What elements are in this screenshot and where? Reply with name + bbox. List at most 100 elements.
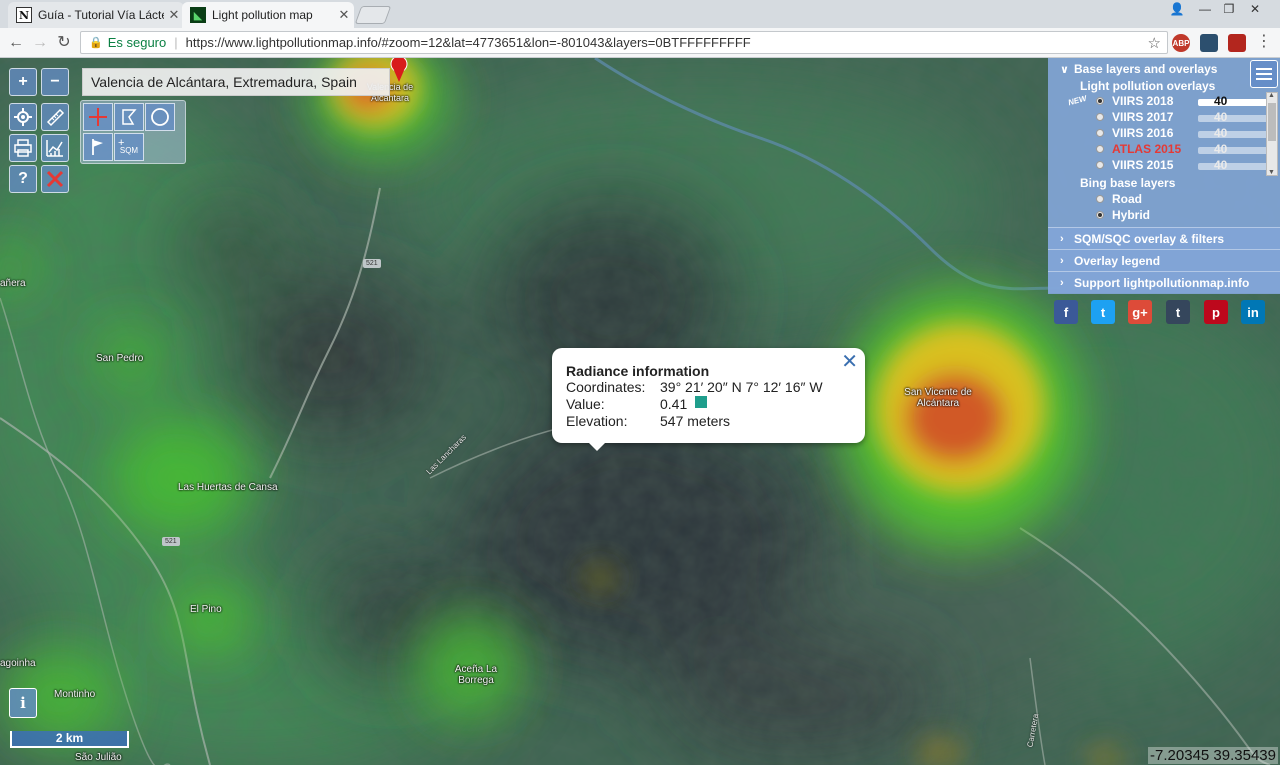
ruler-icon — [46, 108, 65, 127]
chevron-right-icon: › — [1060, 254, 1064, 267]
twitter-icon[interactable]: t — [1091, 300, 1115, 324]
hamburger-menu-button[interactable] — [1250, 60, 1278, 88]
layer-panel-title: Base layers and overlays — [1074, 62, 1218, 76]
tumblr-icon[interactable]: t — [1166, 300, 1190, 324]
circle-icon — [151, 108, 169, 126]
place-label: agoinha — [0, 658, 36, 669]
section-support[interactable]: › Support lightpollutionmap.info — [1048, 271, 1280, 293]
secure-label: Es seguro — [107, 35, 167, 50]
address-separator: | — [174, 35, 178, 50]
radio[interactable] — [1096, 195, 1104, 203]
scroll-thumb[interactable] — [1268, 103, 1276, 141]
tab-title: Light pollution map — [212, 8, 313, 22]
section-overlay-legend[interactable]: › Overlay legend — [1048, 249, 1280, 271]
overlay-viirs-2016[interactable]: VIIRS 2016 — [1096, 126, 1173, 140]
place-label: añera — [0, 278, 26, 289]
reload-icon[interactable]: ↻ — [54, 33, 74, 53]
facebook-icon[interactable]: f — [1054, 300, 1078, 324]
flag-button[interactable] — [83, 133, 113, 161]
radio[interactable] — [1096, 113, 1104, 121]
location-search-result[interactable]: Valencia de Alcántara, Extremadura, Spai… — [82, 68, 390, 96]
close-window-icon[interactable]: ✕ — [1244, 2, 1266, 16]
adblock-extension-icon[interactable]: ABP — [1172, 34, 1190, 52]
print-button[interactable] — [9, 134, 37, 162]
bookmark-star-icon[interactable]: ☆ — [1148, 34, 1161, 52]
chart-button[interactable] — [41, 134, 69, 162]
radio[interactable] — [1096, 145, 1104, 153]
opacity-value: 40 — [1214, 158, 1228, 172]
locate-button[interactable] — [9, 103, 37, 131]
tools-button[interactable] — [41, 165, 69, 193]
tools-icon — [46, 170, 64, 188]
draw-polygon-button[interactable] — [114, 103, 144, 131]
radio[interactable] — [1096, 129, 1104, 137]
road-shield: 521 — [363, 259, 381, 268]
place-label: San Vicente de Alcántara — [904, 387, 972, 409]
base-road[interactable]: Road — [1096, 192, 1142, 206]
browser-titlebar: N Guía - Tutorial Vía Láctea ✕ ◣ Light p… — [0, 0, 1280, 28]
radio-selected[interactable] — [1096, 97, 1104, 105]
overlay-label: VIIRS 2016 — [1112, 126, 1174, 140]
place-label: Aceña La Borrega — [454, 664, 498, 686]
section-label: Overlay legend — [1074, 253, 1161, 268]
opacity-value: 40 — [1214, 94, 1228, 108]
overlays-title: Light pollution overlays — [1080, 79, 1216, 93]
linkedin-icon[interactable]: in — [1241, 300, 1265, 324]
radiance-popup: Radiance information Coordinates: 39° 21′… — [552, 348, 865, 451]
cursor-coordinates: -7.20345 39.35439 — [1148, 747, 1278, 764]
crosshair-icon — [14, 108, 32, 126]
overlay-scrollbar[interactable]: ▲ ▼ — [1266, 92, 1278, 176]
restore-icon[interactable]: ❐ — [1218, 2, 1240, 16]
place-label: San Pedro — [96, 353, 144, 364]
base-hybrid[interactable]: Hybrid — [1096, 208, 1150, 222]
layer-panel-header[interactable]: ∨ Base layers and overlays — [1060, 62, 1217, 76]
info-button[interactable]: i — [9, 688, 37, 718]
zoom-in-button[interactable]: + — [9, 68, 37, 96]
zoom-out-button[interactable]: − — [41, 68, 69, 96]
tab-light-pollution-map[interactable]: ◣ Light pollution map ✕ — [182, 2, 354, 28]
overlay-viirs-2018[interactable]: VIIRS 2018 — [1096, 94, 1173, 108]
place-label: Montinho — [54, 689, 96, 700]
chevron-right-icon: › — [1060, 276, 1064, 289]
pdf-extension-icon[interactable] — [1228, 34, 1246, 52]
forward-icon[interactable]: → — [30, 33, 50, 53]
popup-close-icon[interactable]: ✕ — [841, 349, 858, 374]
base-layers-title: Bing base layers — [1080, 176, 1176, 190]
map-viewport[interactable]: San Pedro Las Huertas de Cansa El Pino M… — [0, 58, 1280, 765]
add-sqm-button[interactable]: + SQM — [114, 133, 144, 161]
address-bar[interactable]: 🔒 Es seguro | https://www.lightpollution… — [80, 31, 1168, 54]
draw-circle-button[interactable] — [145, 103, 175, 131]
radio-selected[interactable] — [1096, 211, 1104, 219]
profile-icon[interactable]: 👤 — [1166, 2, 1188, 16]
scroll-up-icon[interactable]: ▲ — [1268, 92, 1275, 99]
tab-title: Guía - Tutorial Vía Láctea — [38, 8, 164, 22]
overlay-label: ATLAS 2015 — [1112, 142, 1182, 156]
place-label: El Pino — [190, 604, 222, 615]
extension-icon[interactable] — [1200, 34, 1218, 52]
overlay-label: VIIRS 2015 — [1112, 158, 1174, 172]
close-tab-icon[interactable]: ✕ — [164, 7, 184, 23]
close-tab-icon[interactable]: ✕ — [334, 7, 354, 23]
overlay-label: VIIRS 2018 — [1112, 94, 1174, 108]
minimize-icon[interactable]: — — [1194, 2, 1216, 16]
tab-guia[interactable]: N Guía - Tutorial Vía Láctea ✕ — [8, 2, 184, 28]
chart-icon — [46, 140, 63, 157]
overlay-atlas-2015[interactable]: ATLAS 2015 — [1096, 142, 1181, 156]
google-plus-icon[interactable]: g+ — [1128, 300, 1152, 324]
draw-point-button[interactable] — [83, 103, 113, 131]
scroll-down-icon[interactable]: ▼ — [1268, 169, 1275, 176]
overlay-viirs-2017[interactable]: VIIRS 2017 — [1096, 110, 1173, 124]
back-icon[interactable]: ← — [6, 33, 26, 53]
overlay-viirs-2015[interactable]: VIIRS 2015 — [1096, 158, 1173, 172]
elevation-label: Elevation: — [566, 413, 628, 429]
help-button[interactable]: ? — [9, 165, 37, 193]
radio[interactable] — [1096, 161, 1104, 169]
section-sqm-filters[interactable]: › SQM/SQC overlay & filters — [1048, 227, 1280, 249]
browser-menu-icon[interactable]: ⋮ — [1254, 32, 1274, 52]
value-label: Value: — [566, 396, 605, 412]
place-label: São Julião — [75, 752, 122, 763]
pinterest-icon[interactable]: p — [1204, 300, 1228, 324]
chevron-down-icon: ∨ — [1060, 63, 1069, 76]
measure-button[interactable] — [41, 103, 69, 131]
new-tab-button[interactable] — [354, 6, 392, 24]
